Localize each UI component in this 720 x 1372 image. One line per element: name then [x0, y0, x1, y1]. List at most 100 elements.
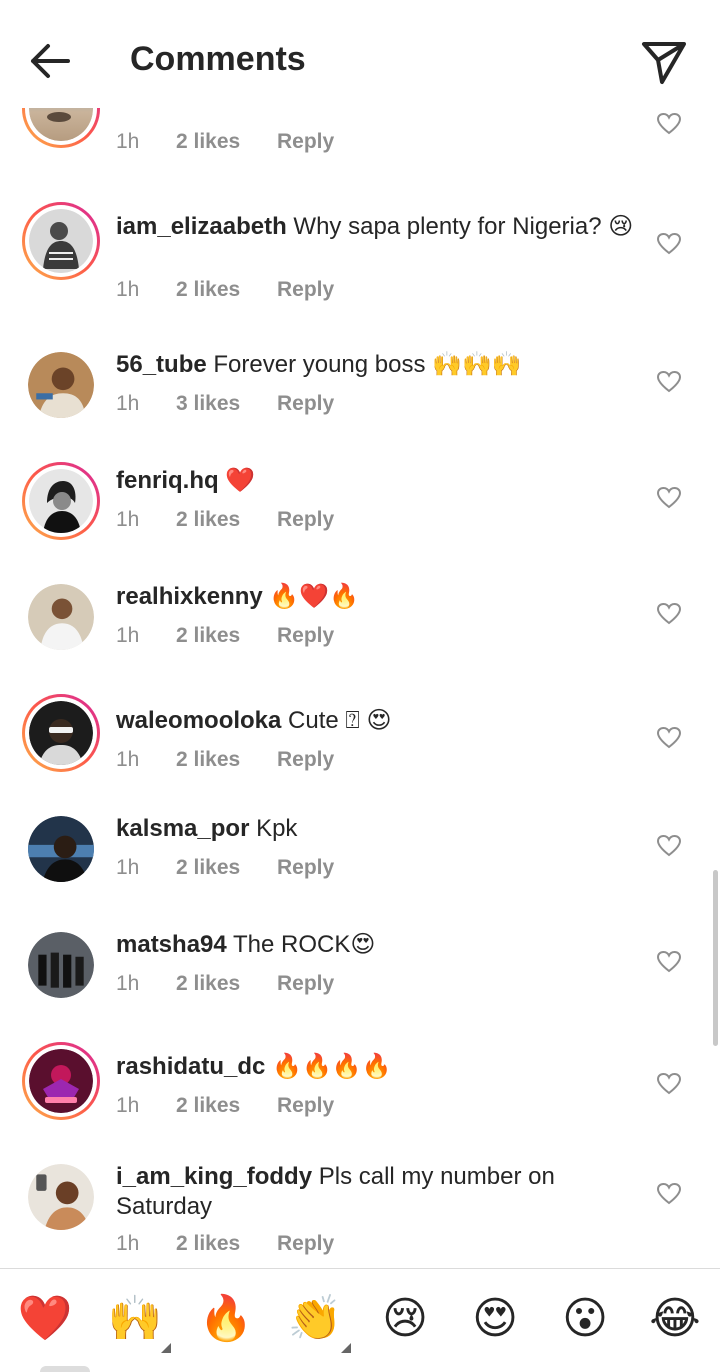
- comment-text: realhixkenny 🔥❤️🔥: [116, 582, 636, 612]
- comment-input-avatar-edge: [40, 1366, 90, 1372]
- red-heart-emoji-button[interactable]: ❤️: [17, 1291, 73, 1347]
- avatar[interactable]: [28, 352, 94, 418]
- comment-meta: 1h 2 likes Reply: [116, 856, 334, 880]
- comment-meta: 1h 2 likes Reply: [116, 1232, 334, 1256]
- comment-text: fenriq.hq ❤️: [116, 466, 636, 496]
- reply-button[interactable]: Reply: [277, 130, 334, 154]
- comment-body: The ROCK😍: [232, 931, 376, 958]
- comment-likes[interactable]: 2 likes: [176, 1232, 277, 1256]
- comment-body: 🔥❤️🔥: [269, 583, 360, 610]
- heart-eyes-emoji-button[interactable]: 😍: [467, 1291, 523, 1347]
- avatar-image: [29, 1049, 93, 1113]
- reply-button[interactable]: Reply: [277, 972, 334, 996]
- reply-button[interactable]: Reply: [277, 748, 334, 772]
- open-mouth-emoji-button[interactable]: 😮: [557, 1291, 613, 1347]
- comment-body: 🔥🔥🔥🔥: [272, 1053, 392, 1080]
- comment-likes[interactable]: 2 likes: [176, 130, 277, 154]
- comment-username[interactable]: mosx_nova_aac: [116, 108, 301, 110]
- skin-tone-indicator: [161, 1343, 171, 1353]
- crying-face-emoji-button[interactable]: 😢: [377, 1291, 433, 1347]
- avatar[interactable]: [28, 816, 94, 882]
- comment-meta: 1h 2 likes Reply: [116, 748, 334, 772]
- comment-text: matsha94 The ROCK😍: [116, 930, 636, 960]
- comment-time: 1h: [116, 856, 140, 879]
- comment-time: 1h: [116, 1232, 140, 1255]
- heart-outline-icon[interactable]: [656, 1072, 682, 1096]
- heart-outline-icon[interactable]: [656, 834, 682, 858]
- comment-username[interactable]: i_am_king_foddy: [116, 1163, 312, 1190]
- tears-of-joy-emoji-button[interactable]: 😂: [647, 1291, 703, 1347]
- heart-outline-icon[interactable]: [656, 1182, 682, 1206]
- comment-likes[interactable]: 2 likes: [176, 972, 277, 996]
- comment-meta: 1h 2 likes Reply: [116, 278, 334, 302]
- comment-meta: 1h 2 likes Reply: [116, 972, 334, 996]
- reply-button[interactable]: Reply: [277, 392, 334, 416]
- avatar[interactable]: [28, 932, 94, 998]
- comment-body: Why sapa plenty for Nigeria? 😢: [293, 213, 634, 240]
- heart-outline-icon[interactable]: [656, 112, 682, 136]
- heart-outline-icon[interactable]: [656, 726, 682, 750]
- comment-username[interactable]: waleomooloka: [116, 707, 281, 734]
- reply-button[interactable]: Reply: [277, 1094, 334, 1118]
- avatar-image: [29, 209, 93, 273]
- comment-time: 1h: [116, 508, 140, 531]
- comment-likes[interactable]: 2 likes: [176, 856, 277, 880]
- comment-username[interactable]: kalsma_por: [116, 815, 249, 842]
- avatar[interactable]: [22, 202, 100, 280]
- comment-meta: 1h 2 likes Reply: [116, 508, 334, 532]
- comment-username[interactable]: 56_tube: [116, 351, 207, 378]
- heart-outline-icon[interactable]: [656, 486, 682, 510]
- reply-button[interactable]: Reply: [277, 856, 334, 880]
- comment-likes[interactable]: 2 likes: [176, 624, 277, 648]
- avatar[interactable]: [22, 694, 100, 772]
- avatar-image: [28, 816, 94, 882]
- comment-meta: 1h 2 likes Reply: [116, 130, 334, 154]
- avatar[interactable]: [28, 584, 94, 650]
- avatar-image: [28, 932, 94, 998]
- avatar[interactable]: [22, 108, 100, 148]
- comment-likes[interactable]: 2 likes: [176, 278, 277, 302]
- reply-button[interactable]: Reply: [277, 278, 334, 302]
- heart-outline-icon[interactable]: [656, 602, 682, 626]
- heart-outline-icon[interactable]: [656, 370, 682, 394]
- skin-tone-indicator: [341, 1343, 351, 1353]
- comment-text: waleomooloka Cute ⍰ 😍: [116, 706, 636, 736]
- comment-list[interactable]: mosx_nova_aac ❤️ ❤️ 1h 2 likes Reply: [0, 108, 720, 1268]
- emoji-reaction-bar: ❤️ 🙌 🔥 👏 😢 😍 😮 😂: [0, 1268, 720, 1372]
- avatar[interactable]: [22, 462, 100, 540]
- header-bar: Comments: [0, 0, 720, 108]
- avatar-image: [28, 1164, 94, 1230]
- comment-likes[interactable]: 3 likes: [176, 392, 277, 416]
- comment-username[interactable]: matsha94: [116, 931, 227, 958]
- comment-username[interactable]: rashidatu_dc: [116, 1053, 265, 1080]
- back-arrow-icon[interactable]: [24, 38, 76, 84]
- avatar[interactable]: [22, 1042, 100, 1120]
- heart-outline-icon[interactable]: [656, 232, 682, 256]
- comment-time: 1h: [116, 278, 140, 301]
- comment-username[interactable]: iam_elizaabeth: [116, 213, 287, 240]
- comment-body: ❤️: [225, 467, 256, 494]
- raising-hands-emoji: 🙌: [107, 1294, 163, 1343]
- clapping-hands-emoji: 👏: [287, 1294, 343, 1343]
- clapping-hands-emoji-button[interactable]: 👏: [287, 1291, 351, 1353]
- reply-button[interactable]: Reply: [277, 508, 334, 532]
- comment-likes[interactable]: 2 likes: [176, 1094, 277, 1118]
- comment-likes[interactable]: 2 likes: [176, 748, 277, 772]
- comment-username[interactable]: realhixkenny: [116, 583, 263, 610]
- reply-button[interactable]: Reply: [277, 624, 334, 648]
- raising-hands-emoji-button[interactable]: 🙌: [107, 1291, 171, 1353]
- scrollbar[interactable]: [713, 870, 718, 1046]
- paper-plane-icon[interactable]: [638, 36, 690, 88]
- comment-body: Kpk: [256, 815, 298, 842]
- avatar[interactable]: [28, 1164, 94, 1230]
- heart-outline-icon[interactable]: [656, 950, 682, 974]
- comment-time: 1h: [116, 392, 140, 415]
- comment-likes[interactable]: 2 likes: [176, 508, 277, 532]
- comment-username[interactable]: fenriq.hq: [116, 467, 219, 494]
- reply-button[interactable]: Reply: [277, 1232, 334, 1256]
- comment-text: rashidatu_dc 🔥🔥🔥🔥: [116, 1052, 636, 1082]
- fire-emoji-button[interactable]: 🔥: [198, 1291, 254, 1347]
- comment-time: 1h: [116, 1094, 140, 1117]
- comment-time: 1h: [116, 748, 140, 771]
- avatar-image: [29, 108, 93, 141]
